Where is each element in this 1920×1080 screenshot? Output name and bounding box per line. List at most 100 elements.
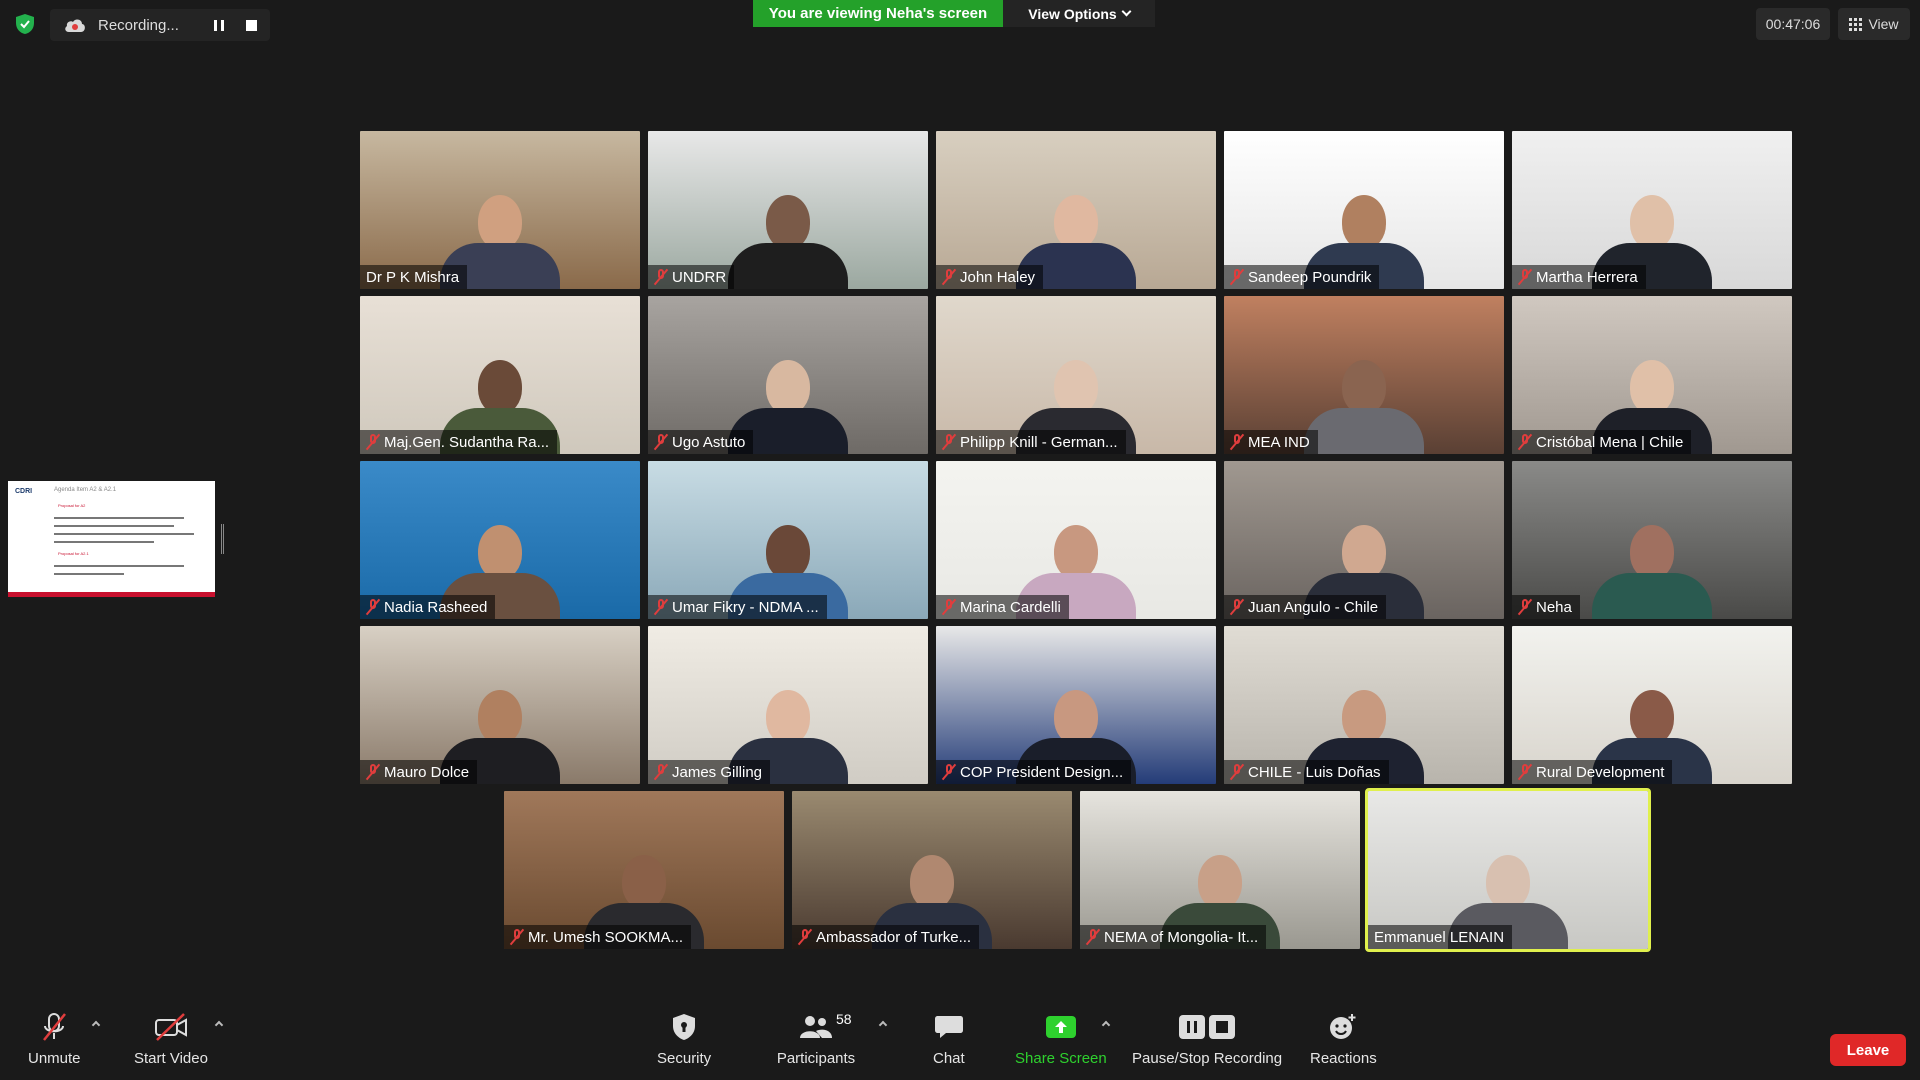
video-tile[interactable]: Nadia Rasheed [360, 461, 640, 619]
chat-bubble-icon [934, 1010, 964, 1044]
participant-name: MEA IND [1248, 433, 1310, 451]
mic-muted-icon [1517, 763, 1533, 781]
video-tile[interactable]: Maj.Gen. Sudantha Ra... [360, 296, 640, 454]
video-tile[interactable]: Neha [1512, 461, 1792, 619]
participant-name-tag: Mr. Umesh SOOKMA... [504, 925, 692, 949]
mic-muted-icon [941, 433, 957, 451]
video-tile[interactable]: COP President Design... [936, 626, 1216, 784]
participant-name-tag: Juan Angulo - Chile [1224, 595, 1387, 619]
participant-name: Sandeep Poundrik [1248, 268, 1372, 286]
video-tile[interactable]: MEA IND [1224, 296, 1504, 454]
chat-label: Chat [933, 1050, 965, 1067]
mic-muted-icon [797, 928, 813, 946]
pause-recording-button[interactable] [206, 12, 232, 38]
participant-name-tag: CHILE - Luis Doñas [1224, 760, 1389, 784]
video-tile[interactable]: Juan Angulo - Chile [1224, 461, 1504, 619]
participant-name: Cristóbal Mena | Chile [1536, 433, 1684, 451]
security-label: Security [657, 1050, 712, 1067]
reactions-emoji-icon [1327, 1010, 1359, 1044]
video-tile[interactable]: Ambassador of Turke... [792, 791, 1072, 949]
participant-name: John Haley [960, 268, 1036, 286]
video-tile[interactable]: Ugo Astuto [648, 296, 928, 454]
audio-options-chevron-icon[interactable] [91, 1020, 101, 1030]
shared-screen-thumbnail[interactable]: CDRI Agenda Item A2 & A2.1 Proposal for … [8, 481, 215, 597]
participant-name-tag: Maj.Gen. Sudantha Ra... [360, 430, 558, 454]
stop-recording-button[interactable] [238, 12, 264, 38]
participant-name: COP President Design... [960, 763, 1124, 781]
participant-name: James Gilling [672, 763, 763, 781]
video-tile[interactable]: Cristóbal Mena | Chile [1512, 296, 1792, 454]
video-tile[interactable]: Marina Cardelli [936, 461, 1216, 619]
start-video-button[interactable]: Start Video [134, 1010, 208, 1067]
slide-bullet-1: Proposal for A2 [58, 503, 86, 508]
security-shield-icon [670, 1010, 698, 1044]
video-tile-active-speaker[interactable]: Emmanuel LENAIN [1365, 788, 1651, 952]
mic-muted-icon [1517, 598, 1533, 616]
slide-text-line [54, 517, 184, 519]
reactions-label: Reactions [1310, 1050, 1377, 1067]
video-tile[interactable]: Rural Development [1512, 626, 1792, 784]
slide-text-line [54, 525, 174, 527]
participant-name-tag: Philipp Knill - German... [936, 430, 1126, 454]
participants-options-chevron-icon[interactable] [878, 1020, 888, 1030]
video-tile[interactable]: John Haley [936, 131, 1216, 289]
participant-name-tag: Rural Development [1512, 760, 1673, 784]
participant-name: Rural Development [1536, 763, 1665, 781]
stop-icon [245, 19, 257, 31]
unmute-button[interactable]: Unmute [28, 1010, 81, 1067]
participant-video [1592, 519, 1712, 619]
video-tile[interactable]: Umar Fikry - NDMA ... [648, 461, 928, 619]
participant-video [1304, 354, 1424, 454]
video-tile[interactable]: UNDRR [648, 131, 928, 289]
video-tile[interactable]: NEMA of Mongolia- It... [1080, 791, 1360, 949]
participant-name: Umar Fikry - NDMA ... [672, 598, 819, 616]
slide-agenda-title: Agenda Item A2 & A2.1 [54, 487, 117, 493]
video-tile[interactable]: Mauro Dolce [360, 626, 640, 784]
pause-stop-recording-button[interactable]: Pause/Stop Recording [1132, 1010, 1282, 1067]
participant-name-tag: Emmanuel LENAIN [1368, 925, 1513, 949]
participant-name-tag: Marina Cardelli [936, 595, 1069, 619]
participant-name-tag: Nadia Rasheed [360, 595, 496, 619]
mic-muted-icon [1085, 928, 1101, 946]
recording-label: Recording... [98, 16, 179, 34]
chat-button[interactable]: Chat [933, 1010, 965, 1067]
participants-label: Participants [776, 1050, 856, 1067]
video-tile[interactable]: Sandeep Poundrik [1224, 131, 1504, 289]
view-layout-button[interactable]: View [1838, 8, 1910, 40]
pause-icon [214, 19, 224, 31]
slide-bullet-2: Proposal for A2.1 [58, 551, 89, 556]
participant-name: Mauro Dolce [384, 763, 470, 781]
share-screen-label: Share Screen [1015, 1050, 1107, 1067]
share-screen-button[interactable]: Share Screen [1015, 1010, 1107, 1067]
participant-name-tag: Dr P K Mishra [360, 265, 468, 289]
participant-name: Juan Angulo - Chile [1248, 598, 1379, 616]
video-tile[interactable]: Mr. Umesh SOOKMA... [504, 791, 784, 949]
video-tile[interactable]: Martha Herrera [1512, 131, 1792, 289]
leave-button[interactable]: Leave [1830, 1034, 1906, 1066]
video-tile[interactable]: Dr P K Mishra [360, 131, 640, 289]
encryption-shield-icon[interactable] [14, 13, 36, 35]
mic-muted-icon [1229, 598, 1245, 616]
view-options-button[interactable]: View Options [1003, 0, 1155, 27]
security-button[interactable]: Security [657, 1010, 711, 1067]
participants-button[interactable]: 58 Participants [776, 1010, 856, 1067]
video-options-chevron-icon[interactable] [214, 1020, 224, 1030]
video-tile[interactable]: Philipp Knill - German... [936, 296, 1216, 454]
video-tile[interactable]: CHILE - Luis Doñas [1224, 626, 1504, 784]
participant-name: Neha [1536, 598, 1572, 616]
participant-name: Mr. Umesh SOOKMA... [528, 928, 684, 946]
recording-indicator: Recording... [50, 9, 270, 41]
participant-name: NEMA of Mongolia- It... [1104, 928, 1259, 946]
mic-muted-icon [1229, 268, 1245, 286]
pause-stop-recording-icon [1177, 1010, 1237, 1044]
reactions-button[interactable]: Reactions [1310, 1010, 1377, 1067]
mic-muted-icon [509, 928, 525, 946]
participant-name-tag: Ambassador of Turke... [792, 925, 980, 949]
video-tile[interactable]: James Gilling [648, 626, 928, 784]
participant-name-tag: NEMA of Mongolia- It... [1080, 925, 1267, 949]
mic-muted-icon [1517, 433, 1533, 451]
cloud-recording-icon [64, 17, 86, 33]
slide-text-line [54, 565, 184, 567]
thumbnail-resize-handle[interactable] [221, 524, 224, 554]
grid-icon [1849, 17, 1863, 31]
